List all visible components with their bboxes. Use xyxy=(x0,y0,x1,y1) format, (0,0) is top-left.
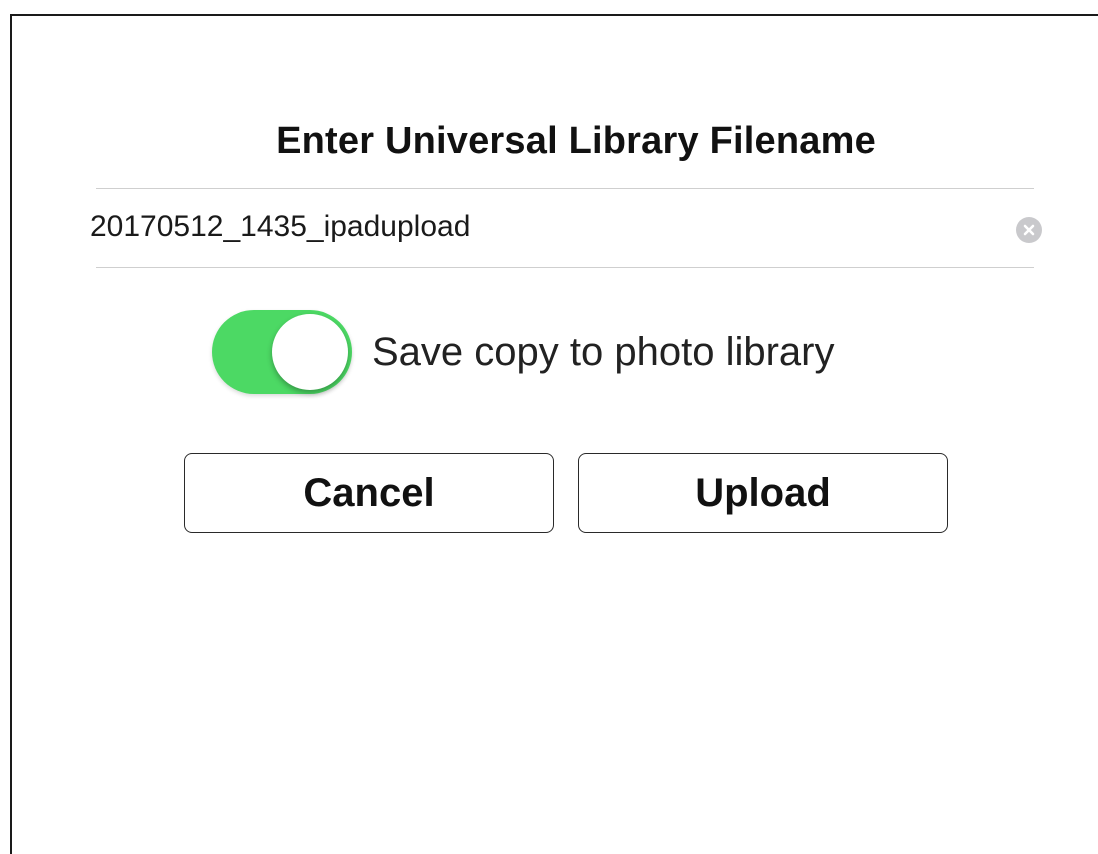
dialog-title: Enter Universal Library Filename xyxy=(276,120,876,162)
filename-input[interactable] xyxy=(90,207,970,247)
save-copy-label: Save copy to photo library xyxy=(372,329,835,374)
save-copy-row: Save copy to photo library xyxy=(212,310,834,394)
upload-button[interactable]: Upload xyxy=(578,453,948,533)
clear-icon[interactable] xyxy=(1016,217,1042,243)
filename-field xyxy=(90,188,1042,268)
cancel-button[interactable]: Cancel xyxy=(184,453,554,533)
toggle-knob xyxy=(272,314,348,390)
upload-dialog: Enter Universal Library Filename Save co… xyxy=(10,14,1098,854)
save-copy-toggle[interactable] xyxy=(212,310,352,394)
